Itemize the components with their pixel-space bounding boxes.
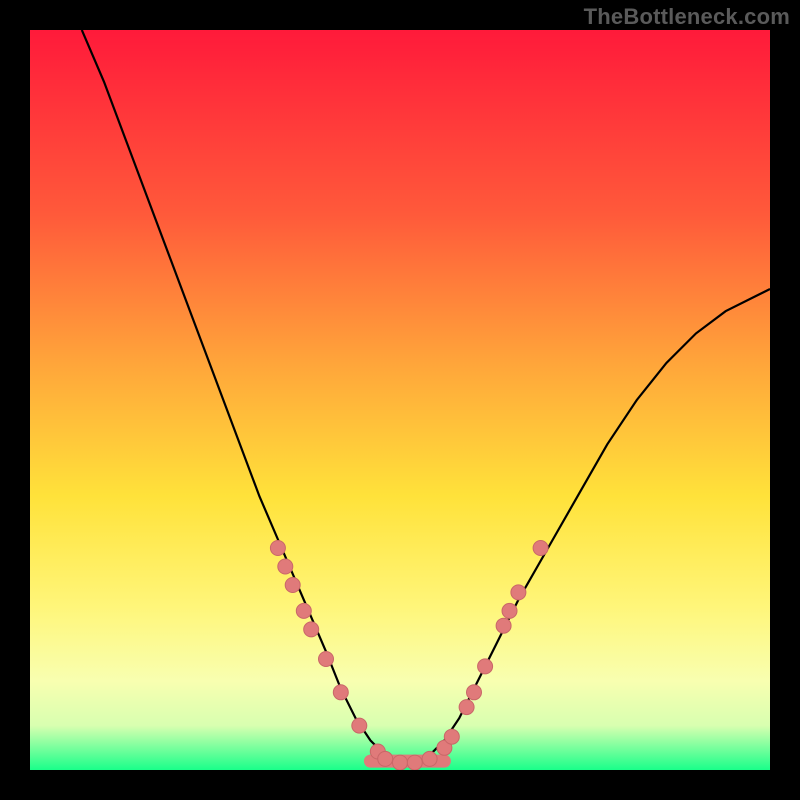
data-marker: [422, 751, 437, 766]
data-marker: [533, 541, 548, 556]
chart-frame: { "watermark": "TheBottleneck.com", "col…: [0, 0, 800, 800]
data-marker: [285, 578, 300, 593]
data-marker: [496, 618, 511, 633]
data-marker: [459, 700, 474, 715]
data-marker: [352, 718, 367, 733]
data-marker: [278, 559, 293, 574]
data-marker: [319, 652, 334, 667]
data-marker: [502, 603, 517, 618]
gradient-background: [30, 30, 770, 770]
data-marker: [296, 603, 311, 618]
data-marker: [407, 755, 422, 770]
data-marker: [378, 751, 393, 766]
watermark-text: TheBottleneck.com: [584, 4, 790, 30]
data-marker: [478, 659, 493, 674]
plot-area: [30, 30, 770, 770]
data-marker: [511, 585, 526, 600]
data-marker: [467, 685, 482, 700]
chart-svg: [30, 30, 770, 770]
data-marker: [333, 685, 348, 700]
data-marker: [270, 541, 285, 556]
data-marker: [393, 755, 408, 770]
data-marker: [444, 729, 459, 744]
data-marker: [304, 622, 319, 637]
